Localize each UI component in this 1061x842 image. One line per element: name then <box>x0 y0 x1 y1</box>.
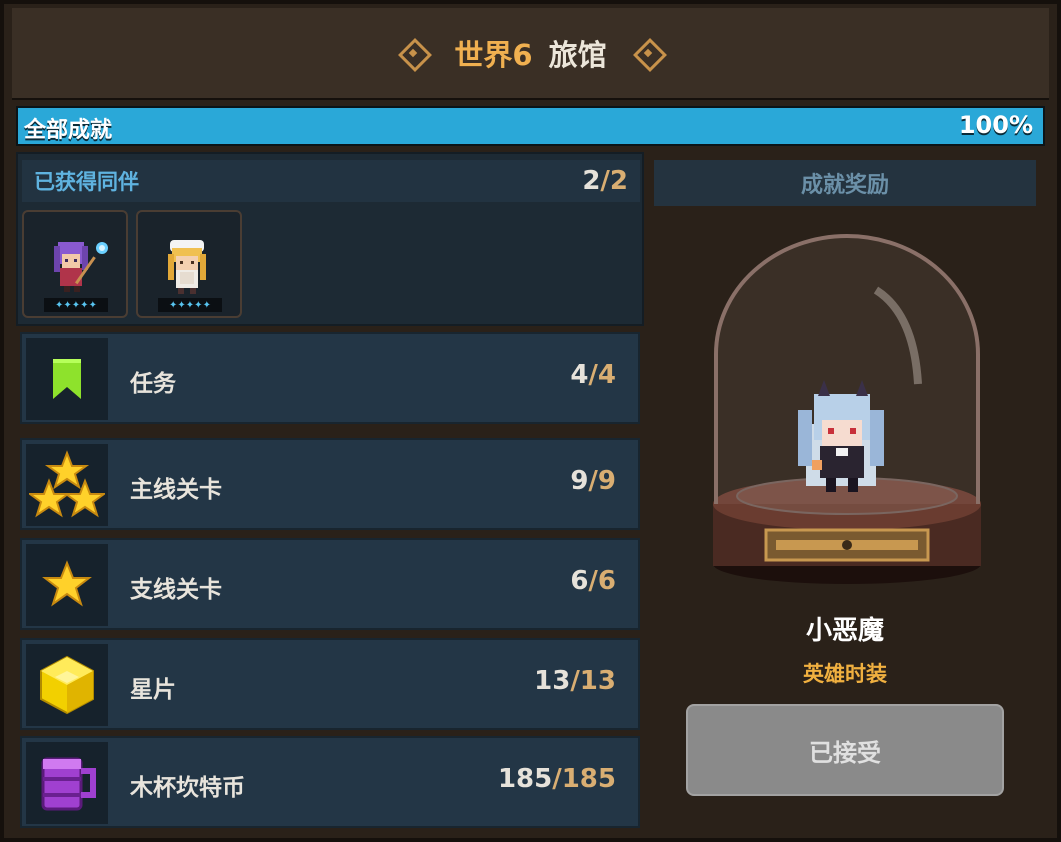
achievement-label: 星片 <box>130 677 176 703</box>
companions-title: 已获得同伴 <box>34 170 139 194</box>
three-stars-icon <box>29 450 105 518</box>
progress-label: 全部成就 <box>24 118 113 143</box>
bookmark-icon <box>53 359 81 399</box>
star-piece-cube-icon <box>40 655 94 715</box>
diamond-ornament-icon <box>635 40 661 66</box>
achievement-label: 支线关卡 <box>130 577 222 603</box>
achievement-row-main-stages[interactable]: 主线关卡 9/9 <box>20 438 640 530</box>
achievement-count: 6/6 <box>570 566 616 596</box>
achievement-count: 9/9 <box>570 466 616 496</box>
achievement-count: 13/13 <box>534 666 616 696</box>
achievement-row-mug-coins[interactable]: 木杯坎特币 185/185 <box>20 736 640 828</box>
reward-name: 小恶魔 <box>805 616 884 646</box>
achievement-row-side-stages[interactable]: 支线关卡 6/6 <box>20 538 640 630</box>
accepted-button[interactable]: 已接受 <box>686 704 1004 796</box>
companions-section: 已获得同伴 2/2 ✦✦✦✦✦ ✦✦✦✦✦ <box>16 152 644 326</box>
achievement-label: 木杯坎特币 <box>130 775 245 801</box>
achievement-row-star-pieces[interactable]: 星片 13/13 <box>20 638 640 730</box>
companion-slot[interactable]: ✦✦✦✦✦ <box>22 210 128 318</box>
star-rating: ✦✦✦✦✦ <box>44 298 108 312</box>
inn-achievement-window: 世界6 旅馆 全部成就 100% 已获得同伴 2/2 ✦✦✦✦✦ ✦✦✦✦✦ 任… <box>0 0 1061 842</box>
glass-dome-costume-icon <box>713 234 981 584</box>
achievement-row-quests[interactable]: 任务 4/4 <box>20 332 640 424</box>
title-bar: 世界6 旅馆 <box>12 8 1049 100</box>
diamond-ornament-icon <box>400 40 426 66</box>
achievement-count: 185/185 <box>497 764 616 794</box>
star-rating: ✦✦✦✦✦ <box>158 298 222 312</box>
achievement-list-panel: 已获得同伴 2/2 ✦✦✦✦✦ ✦✦✦✦✦ 任务 4/4 主线关卡 9/9 支线… <box>16 152 644 832</box>
progress-fill <box>18 108 1043 144</box>
reward-header-label: 成就奖励 <box>800 173 889 198</box>
glass-dome-display <box>702 234 992 594</box>
world-name: 世界6 <box>454 38 533 72</box>
progress-percent: 100% <box>958 111 1033 139</box>
reward-header: 成就奖励 <box>654 160 1036 206</box>
companion-slot[interactable]: ✦✦✦✦✦ <box>136 210 242 318</box>
reward-panel: 成就奖励 小恶魔 英雄时装 已接受 <box>652 158 1038 832</box>
companions-header: 已获得同伴 2/2 <box>22 160 640 202</box>
achievement-label: 主线关卡 <box>130 477 222 503</box>
achievement-count: 4/4 <box>570 360 616 390</box>
star-icon <box>42 560 92 607</box>
wooden-mug-icon <box>41 757 96 811</box>
overall-progress-bar: 全部成就 100% <box>16 106 1045 146</box>
reward-type: 英雄时装 <box>803 662 887 686</box>
companions-count: 2/2 <box>582 166 628 196</box>
page-title: 世界6 旅馆 <box>454 32 606 74</box>
place-name: 旅馆 <box>548 38 607 72</box>
achievement-label: 任务 <box>130 371 176 397</box>
